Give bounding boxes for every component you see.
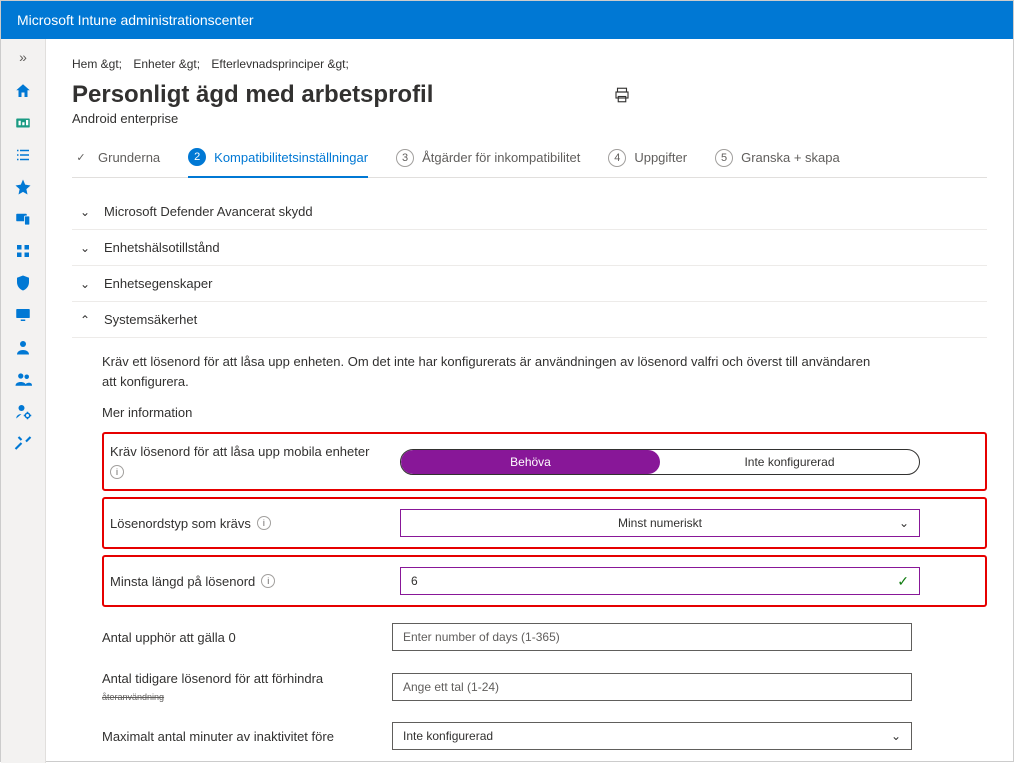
field-previous-passwords: Antal tidigare lösenord för att förhindr… bbox=[102, 661, 987, 712]
breadcrumb-item[interactable]: Hem &gt; bbox=[72, 57, 122, 71]
field-inactivity: Maximalt antal minuter av inaktivitet fö… bbox=[102, 712, 987, 760]
step-review[interactable]: 5Granska + skapa bbox=[715, 149, 840, 177]
section-properties[interactable]: ⌄Enhetsegenskaper bbox=[72, 266, 987, 302]
chevron-down-icon: ⌄ bbox=[78, 205, 92, 219]
info-icon[interactable]: i bbox=[257, 516, 271, 530]
min-length-input[interactable]: 6 ✓ bbox=[400, 567, 920, 595]
devices-icon[interactable] bbox=[13, 209, 33, 229]
dashboard-icon[interactable] bbox=[13, 113, 33, 133]
home-icon[interactable] bbox=[13, 81, 33, 101]
user-icon[interactable] bbox=[13, 337, 33, 357]
info-icon[interactable]: i bbox=[110, 465, 124, 479]
field-require-password: Kräv lösenord för att låsa upp mobila en… bbox=[102, 432, 987, 491]
chevron-down-icon: ⌄ bbox=[78, 277, 92, 291]
breadcrumb-item[interactable]: Enheter &gt; bbox=[133, 57, 200, 71]
password-type-select[interactable]: Minst numeriskt ⌄ bbox=[400, 509, 920, 537]
chevron-down-icon: ⌄ bbox=[891, 729, 901, 743]
main-content: Hem &gt; Enheter &gt; Efterlevnadsprinci… bbox=[46, 39, 1013, 763]
breadcrumb: Hem &gt; Enheter &gt; Efterlevnadsprinci… bbox=[72, 57, 987, 71]
section-security[interactable]: ⌃Systemsäkerhet bbox=[72, 302, 987, 338]
section-health[interactable]: ⌄Enhetshälsotillstånd bbox=[72, 230, 987, 266]
chevron-down-icon: ⌄ bbox=[78, 241, 92, 255]
expire-days-input[interactable]: Enter number of days (1-365) bbox=[392, 623, 912, 651]
field-password-type: Lösenordstyp som krävsi Minst numeriskt … bbox=[102, 497, 987, 549]
info-icon[interactable]: i bbox=[261, 574, 275, 588]
section-description: Kräv ett lösenord för att låsa upp enhet… bbox=[102, 352, 882, 391]
tools-icon[interactable] bbox=[13, 433, 33, 453]
field-expire-days: Antal upphör att gälla 0 Enter number of… bbox=[102, 613, 987, 661]
nav-expand-button[interactable]: » bbox=[1, 45, 45, 69]
wizard-steps: ✓Grunderna 2Kompatibilitetsinställningar… bbox=[72, 148, 987, 178]
field-min-length: Minsta längd på lösenordi 6 ✓ bbox=[102, 555, 987, 607]
left-nav: » bbox=[1, 39, 46, 763]
previous-passwords-input[interactable]: Ange ett tal (1-24) bbox=[392, 673, 912, 701]
toggle-option-require[interactable]: Behöva bbox=[401, 450, 660, 474]
chevron-down-icon: ⌄ bbox=[899, 516, 909, 530]
print-icon[interactable] bbox=[613, 86, 631, 107]
check-icon: ✓ bbox=[897, 573, 909, 590]
more-info-link[interactable]: Mer information bbox=[102, 405, 987, 420]
step-actions[interactable]: 3Åtgärder för inkompatibilitet bbox=[396, 149, 580, 177]
toggle-option-notconfigured[interactable]: Inte konfigurerad bbox=[660, 450, 919, 474]
users-icon[interactable] bbox=[13, 369, 33, 389]
step-basics[interactable]: ✓Grunderna bbox=[72, 149, 160, 177]
require-password-toggle[interactable]: Behöva Inte konfigurerad bbox=[400, 449, 920, 475]
star-icon[interactable] bbox=[13, 177, 33, 197]
user-gear-icon[interactable] bbox=[13, 401, 33, 421]
apps-icon[interactable] bbox=[13, 241, 33, 261]
step-compliance[interactable]: 2Kompatibilitetsinställningar bbox=[188, 148, 368, 178]
app-title: Microsoft Intune administrationscenter bbox=[17, 12, 254, 28]
page-subtitle: Android enterprise bbox=[72, 111, 987, 126]
chevron-up-icon: ⌃ bbox=[78, 313, 92, 327]
list-icon[interactable] bbox=[13, 145, 33, 165]
page-title: Personligt ägd med arbetsprofil bbox=[72, 81, 433, 109]
breadcrumb-item[interactable]: Efterlevnadsprinciper &gt; bbox=[211, 57, 348, 71]
monitor-icon[interactable] bbox=[13, 305, 33, 325]
inactivity-select[interactable]: Inte konfigurerad ⌄ bbox=[392, 722, 912, 750]
app-header: Microsoft Intune administrationscenter bbox=[1, 1, 1013, 39]
section-defender[interactable]: ⌄Microsoft Defender Avancerat skydd bbox=[72, 194, 987, 230]
shield-icon[interactable] bbox=[13, 273, 33, 293]
step-assignments[interactable]: 4Uppgifter bbox=[608, 149, 687, 177]
